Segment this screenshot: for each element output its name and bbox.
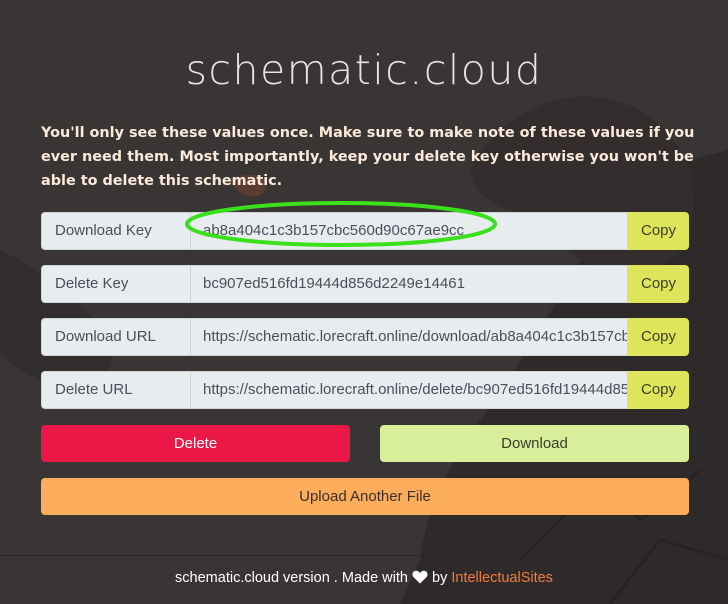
download-button[interactable]: Download (380, 425, 689, 462)
download-key-field[interactable]: ab8a404c1c3b157cbc560d90c67ae9cc (190, 212, 628, 250)
delete-button[interactable]: Delete (41, 425, 350, 462)
copy-delete-url-button[interactable]: Copy (628, 371, 689, 409)
download-url-field[interactable]: https://schematic.lorecraft.online/downl… (190, 318, 628, 356)
footer-divider (0, 555, 728, 556)
copy-download-key-button[interactable]: Copy (628, 212, 689, 250)
delete-key-field[interactable]: bc907ed516fd19444d856d2249e14461 (190, 265, 628, 303)
heart-icon (412, 570, 428, 588)
delete-key-label: Delete Key (41, 265, 190, 303)
copy-download-url-button[interactable]: Copy (628, 318, 689, 356)
download-key-label: Download Key (41, 212, 190, 250)
delete-url-label: Delete URL (41, 371, 190, 409)
site-logo: schematic.cloud (185, 46, 543, 94)
delete-url-row: Delete URL https://schematic.lorecraft.o… (41, 371, 689, 409)
footer-by: by (432, 570, 448, 586)
intellectualsites-link[interactable]: IntellectualSites (451, 570, 553, 586)
download-key-row: Download Key ab8a404c1c3b157cbc560d90c67… (41, 212, 689, 250)
delete-key-row: Delete Key bc907ed516fd19444d856d2249e14… (41, 265, 689, 303)
delete-url-field[interactable]: https://schematic.lorecraft.online/delet… (190, 371, 628, 409)
upload-another-file-button[interactable]: Upload Another File (41, 478, 689, 515)
notice-message: You'll only see these values once. Make … (41, 125, 695, 189)
footer-text: schematic.cloud version . Made with (175, 570, 408, 586)
upload-result-page: schematic.cloud You'll only see these va… (0, 0, 728, 604)
copy-delete-key-button[interactable]: Copy (628, 265, 689, 303)
download-url-label: Download URL (41, 318, 190, 356)
footer: schematic.cloud version . Made with by I… (0, 570, 728, 588)
download-url-row: Download URL https://schematic.lorecraft… (41, 318, 689, 356)
